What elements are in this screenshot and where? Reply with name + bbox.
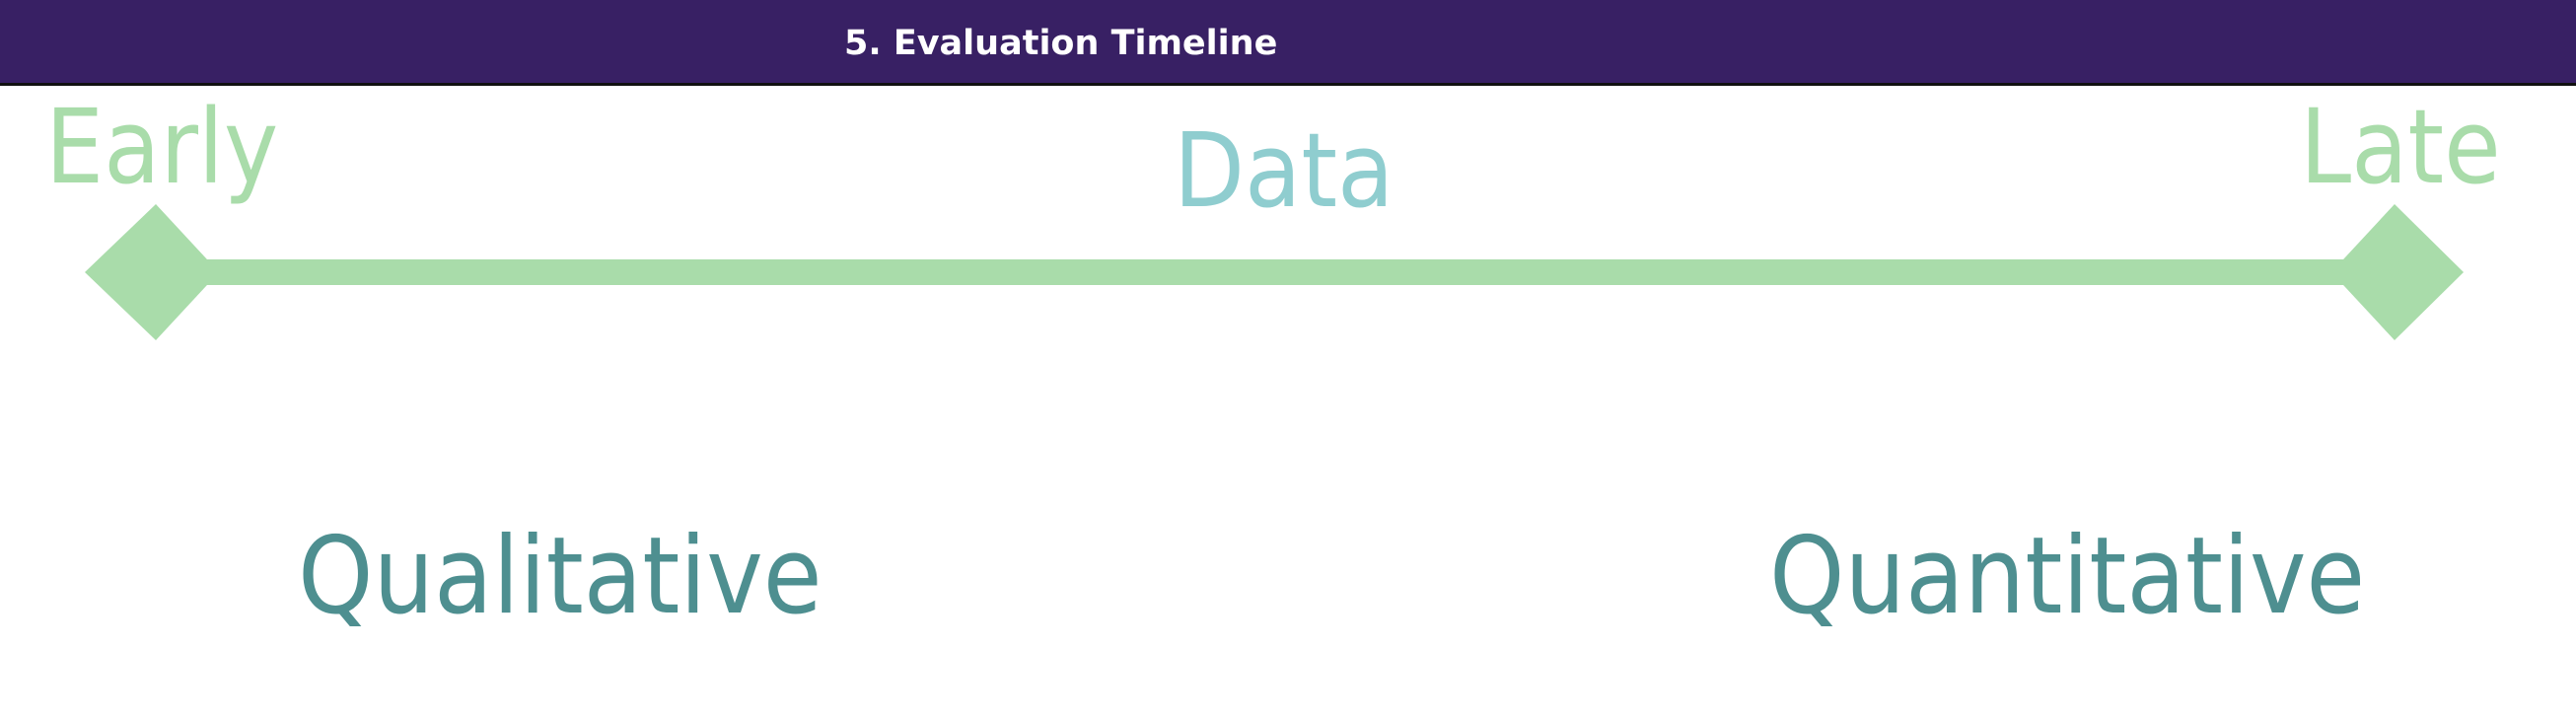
timeline-end-diamond [2331, 204, 2464, 340]
quantitative-label: Quantitative [1769, 515, 2366, 638]
evaluation-timeline-diagram: Early Data Late Qualitative Quantitative [0, 86, 2576, 720]
timeline-center-label: Data [1174, 110, 1395, 231]
title-bar: 5. Evaluation Timeline [0, 0, 2576, 86]
qualitative-label: Qualitative [298, 515, 823, 638]
timeline-line [148, 259, 2397, 285]
timeline-start-label: Early [45, 87, 279, 207]
timeline-end-label: Late [2300, 87, 2501, 207]
timeline-start-diamond [85, 204, 219, 340]
page-title: 5. Evaluation Timeline [844, 24, 1278, 63]
